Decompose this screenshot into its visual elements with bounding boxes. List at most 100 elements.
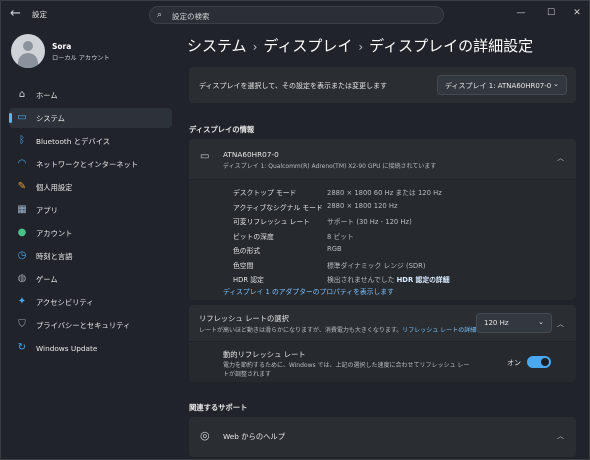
maximize-button[interactable]: ☐ [541, 5, 561, 21]
prop-label: 色空間 [233, 261, 254, 270]
minimize-button[interactable]: — [511, 5, 531, 21]
sidebar-item-brush[interactable]: ✎ 個人用設定 [9, 177, 172, 197]
prop-value: 標準ダイナミック レンジ (SDR) [327, 261, 426, 270]
sidebar-item-account[interactable]: ● アカウント [9, 223, 172, 243]
breadcrumb-display[interactable]: ディスプレイ [263, 35, 352, 56]
user-name: Sora [52, 42, 72, 51]
monitor-header[interactable]: ▭ ATNA60HR07-0 ディスプレイ 1: Qualcomm(R) Adr… [189, 139, 576, 179]
chevron-up-icon[interactable]: ︿ [557, 319, 564, 329]
prop-label: 可変リフレッシュ レート [233, 218, 310, 226]
title-bar: ← 設定 ⌕ 設定の検索 — ☐ ✕ [1, 1, 590, 29]
bluetooth-icon: ᛒ [19, 135, 25, 146]
sidebar-item-label: アクセシビリティ [36, 298, 94, 307]
settings-window: ← 設定 ⌕ 設定の検索 — ☐ ✕ Sora ローカル アカウント ⌂ ホーム ▭… [0, 0, 590, 460]
sidebar-item-label: 個人用設定 [36, 183, 73, 192]
monitor-desc: ディスプレイ 1: Qualcomm(R) Adreno(TM) X2-90 G… [223, 163, 437, 170]
refresh-rate-dropdown[interactable]: 120 Hz ⌄ [476, 313, 552, 333]
gamepad-icon: ◍ [17, 273, 27, 284]
account-icon: ● [17, 227, 27, 238]
monitor-name: ATNA60HR07-0 [223, 150, 279, 159]
web-help-card[interactable]: ◎ Web からのヘルプ ︿ [189, 417, 576, 457]
prop-label: 色の形式 [233, 247, 261, 255]
globe-icon: ◎ [200, 429, 210, 442]
search-box[interactable]: ⌕ 設定の検索 [149, 6, 444, 24]
sidebar-item-gamepad[interactable]: ◍ ゲーム [9, 269, 172, 289]
sidebar-item-label: Bluetooth とデバイス [36, 137, 111, 146]
sidebar-item-label: プライバシーとセキュリティ [36, 321, 131, 330]
account-type: ローカル アカウント [52, 55, 110, 62]
prop-value: 8 ビット [327, 232, 354, 241]
prop-value-hdr: 検出されませんでした HDR 認定の詳細 [327, 276, 450, 284]
prop-value: サポート (30 Hz - 120 Hz) [327, 218, 412, 226]
prop-label: デスクトップ モード [233, 189, 297, 197]
refresh-rate-link[interactable]: リフレッシュ レートの詳細 [402, 327, 476, 334]
sidebar-item-label: ゲーム [36, 275, 58, 284]
sidebar-item-label: Windows Update [36, 344, 98, 353]
sidebar-item-label: ネットワークとインターネット [36, 160, 139, 169]
sidebar-item-shield[interactable]: ⛉ プライバシーとセキュリティ [9, 315, 172, 335]
display-dropdown-value: ディスプレイ 1: ATNA60HR07-0 [445, 82, 552, 90]
display-info-heading: ディスプレイの情報 [189, 125, 255, 134]
home-icon: ⌂ [18, 89, 26, 100]
display-select-label: ディスプレイを選択して、その設定を表示または変更します [199, 82, 387, 90]
sidebar-item-home[interactable]: ⌂ ホーム [9, 85, 172, 105]
sidebar-item-apps[interactable]: ▦ アプリ [9, 200, 172, 220]
search-placeholder: 設定の検索 [172, 12, 210, 21]
display-icon: ▭ [17, 112, 27, 123]
prop-label: HDR 認定 [233, 276, 264, 284]
chevron-up-icon: ︿ [557, 432, 564, 440]
sidebar-item-clock-language[interactable]: ◷ 時刻と言語 [9, 246, 172, 266]
chevron-right-icon: › [358, 40, 364, 54]
prop-label: アクティブなシグナル モード [233, 203, 323, 212]
sidebar-item-display[interactable]: ▭ システム [9, 108, 172, 128]
chevron-right-icon: › [252, 40, 258, 54]
related-support-heading: 関連するサポート [189, 403, 248, 412]
web-help-label: Web からのヘルプ [223, 432, 286, 441]
wifi-icon: ◠ [17, 158, 27, 169]
hdr-link[interactable]: HDR 認定の詳細 [397, 276, 450, 284]
sidebar-item-label: システム [36, 114, 65, 123]
sidebar-item-accessibility[interactable]: ✦ アクセシビリティ [9, 292, 172, 312]
refresh-rate-desc: レートが高いほど動きは滑らかになりますが、消費電力も大きくなります。リフレッシュ… [199, 327, 477, 334]
breadcrumb-system[interactable]: システム [187, 35, 247, 56]
sidebar-item-label: アカウント [36, 229, 73, 238]
display-dropdown[interactable]: ディスプレイ 1: ATNA60HR07-0 ⌄ [437, 75, 567, 95]
monitor-properties: デスクトップ モード 2880 × 1800 60 Hz または 120 Hz アク… [189, 180, 576, 300]
dynamic-refresh-desc: 電力を節約するために、Windows では、上記の選択した速度に合わせてリフレッ… [223, 362, 470, 378]
accessibility-icon: ✦ [17, 296, 27, 307]
main-content: システム › ディスプレイ › ディスプレイの詳細設定 ディスプレイを選択して、その設定… [179, 29, 590, 460]
sidebar-item-update[interactable]: ↻ Windows Update [9, 338, 172, 358]
prop-value: 2880 × 1800 60 Hz または 120 Hz [327, 189, 442, 197]
dynamic-refresh-card: 動的リフレッシュ レート 電力を節約するために、Windows では、上記の選択… [189, 342, 576, 382]
refresh-rate-title: リフレッシュ レートの選択 [199, 314, 289, 323]
dynamic-refresh-title: 動的リフレッシュ レート [223, 350, 306, 359]
sidebar-item-label: アプリ [36, 206, 58, 215]
refresh-rate-value: 120 Hz [484, 319, 509, 327]
breadcrumb: システム › ディスプレイ › ディスプレイの詳細設定 [187, 35, 533, 56]
prop-label: ビットの深度 [233, 232, 274, 241]
toggle-state-label: オン [507, 359, 521, 367]
chevron-down-icon: ⌄ [553, 80, 559, 88]
search-icon: ⌕ [157, 10, 163, 20]
chevron-up-icon: ︿ [557, 154, 564, 162]
sidebar-item-wifi[interactable]: ◠ ネットワークとインターネット [9, 154, 172, 174]
refresh-rate-card: リフレッシュ レートの選択 レートが高いほど動きは滑らかになりますが、消費電力も… [189, 305, 576, 341]
monitor-icon: ▭ [200, 151, 210, 162]
display-select-card: ディスプレイを選択して、その設定を表示または変更します ディスプレイ 1: AT… [189, 67, 576, 103]
app-title: 設定 [32, 10, 47, 19]
close-button[interactable]: ✕ [567, 5, 587, 21]
avatar[interactable] [11, 34, 45, 68]
apps-icon: ▦ [17, 204, 27, 215]
prop-value: 2880 × 1800 120 Hz [327, 201, 398, 210]
adapter-properties-link[interactable]: ディスプレイ 1 のアダプターのプロパティを表示します [223, 286, 394, 296]
brush-icon: ✎ [17, 181, 27, 192]
sidebar-item-label: 時刻と言語 [36, 252, 73, 261]
back-arrow-icon[interactable]: ← [10, 7, 24, 21]
sidebar-item-label: ホーム [36, 91, 58, 100]
clock-language-icon: ◷ [17, 250, 27, 261]
update-icon: ↻ [17, 342, 27, 353]
prop-value: RGB [327, 245, 342, 253]
sidebar-item-bluetooth[interactable]: ᛒ Bluetooth とデバイス [9, 131, 172, 151]
chevron-down-icon: ⌄ [538, 318, 544, 326]
dynamic-refresh-toggle[interactable] [527, 356, 551, 368]
